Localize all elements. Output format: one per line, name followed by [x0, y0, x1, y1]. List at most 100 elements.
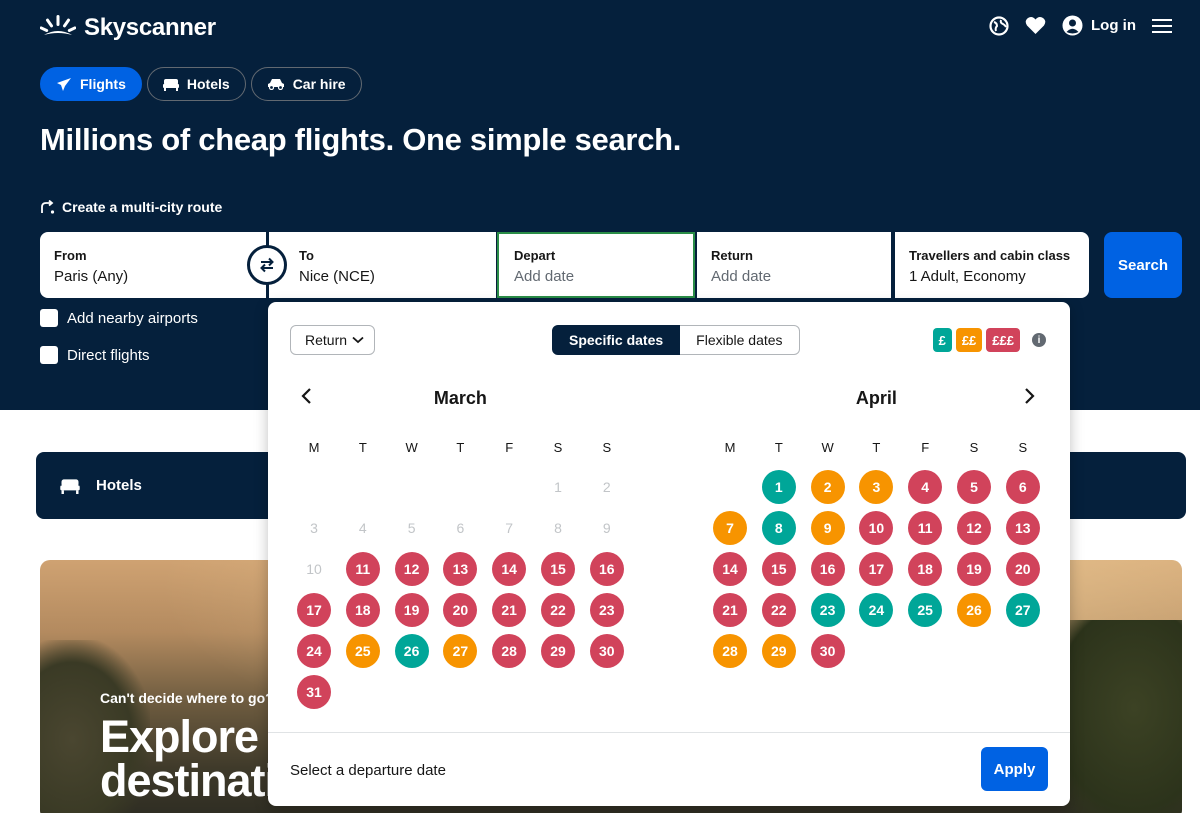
login-button[interactable]: Log in [1062, 15, 1136, 36]
explore-teaser: Can't decide where to go? [100, 690, 274, 706]
search-button[interactable]: Search [1104, 232, 1182, 298]
day-april-29[interactable]: 29 [761, 634, 796, 668]
day-april-14[interactable]: 14 [713, 552, 747, 586]
day-march-16[interactable]: 16 [589, 552, 624, 586]
day-april-18[interactable]: 18 [908, 552, 943, 586]
day-march-26[interactable]: 26 [394, 634, 429, 668]
trip-type-select[interactable]: Return [290, 325, 375, 355]
flexible-dates-tab[interactable]: Flexible dates [680, 325, 800, 355]
day-march-11[interactable]: 11 [345, 552, 380, 586]
day-march-5: 5 [407, 520, 416, 536]
weekday-label: M [308, 440, 320, 455]
day-april-17[interactable]: 17 [859, 552, 894, 586]
nearby-airports-label: Add nearby airports [67, 309, 198, 327]
checkbox-box[interactable] [40, 309, 58, 327]
weekday-label: W [405, 440, 418, 455]
tab-flights[interactable]: Flights [40, 67, 142, 101]
tab-hotels[interactable]: Hotels [146, 67, 246, 101]
day-april-15[interactable]: 15 [761, 552, 796, 586]
day-april-1[interactable]: 1 [761, 470, 796, 504]
day-march-13[interactable]: 13 [443, 552, 478, 586]
login-label: Log in [1091, 17, 1136, 34]
day-march-14[interactable]: 14 [492, 552, 527, 586]
depart-field[interactable]: Depart Add date [497, 232, 695, 298]
region-globe-button[interactable] [989, 15, 1009, 36]
specific-dates-tab[interactable]: Specific dates [552, 325, 681, 355]
day-april-23[interactable]: 23 [810, 593, 845, 627]
day-april-7[interactable]: 7 [713, 511, 747, 545]
info-icon[interactable]: i [1032, 333, 1046, 347]
return-placeholder: Add date [711, 268, 772, 285]
day-april-9[interactable]: 9 [810, 511, 845, 545]
day-march-20[interactable]: 20 [443, 593, 478, 627]
price-legend: £ ££ £££ i [932, 328, 1046, 352]
day-march-30[interactable]: 30 [589, 634, 624, 668]
day-april-20[interactable]: 20 [1005, 552, 1040, 586]
day-april-13[interactable]: 13 [1005, 511, 1040, 545]
day-march-15[interactable]: 15 [541, 552, 575, 586]
prev-month-button[interactable] [300, 387, 312, 410]
day-april-5[interactable]: 5 [957, 470, 991, 504]
day-april-12[interactable]: 12 [957, 511, 991, 545]
to-label: To [299, 248, 314, 263]
weekday-label: S [553, 440, 563, 455]
day-march-3: 3 [310, 520, 318, 536]
direct-flights-label: Direct flights [67, 346, 150, 364]
day-march-31[interactable]: 31 [297, 675, 331, 709]
day-april-21[interactable]: 21 [713, 593, 747, 627]
multi-city-link[interactable]: Create a multi-city route [40, 199, 222, 215]
day-april-10[interactable]: 10 [859, 511, 894, 545]
weekday-label: T [358, 440, 367, 455]
day-april-3[interactable]: 3 [859, 470, 894, 504]
from-field[interactable]: From Paris (Any) [40, 232, 266, 298]
day-march-21[interactable]: 21 [492, 593, 527, 627]
day-april-6[interactable]: 6 [1005, 470, 1040, 504]
saved-heart-button[interactable] [1025, 16, 1046, 35]
day-march-23[interactable]: 23 [589, 593, 624, 627]
tab-car-hire[interactable]: Car hire [250, 67, 362, 101]
day-april-11[interactable]: 11 [908, 511, 943, 545]
legend-high: £££ [986, 328, 1020, 352]
day-march-25[interactable]: 25 [345, 634, 380, 668]
return-field[interactable]: Return Add date [697, 232, 891, 298]
day-april-16[interactable]: 16 [810, 552, 845, 586]
day-march-17[interactable]: 17 [297, 593, 331, 627]
menu-button[interactable] [1152, 18, 1172, 34]
day-april-27[interactable]: 27 [1005, 593, 1040, 627]
skyscanner-logo[interactable]: Skyscanner [40, 14, 216, 42]
nearby-airports-checkbox[interactable]: Add nearby airports [40, 309, 198, 327]
swap-locations-button[interactable] [247, 245, 287, 285]
multi-city-label: Create a multi-city route [62, 199, 223, 215]
apply-button[interactable]: Apply [981, 747, 1048, 791]
weekday-label: T [872, 440, 881, 455]
day-march-19[interactable]: 19 [394, 593, 429, 627]
day-april-25[interactable]: 25 [908, 593, 943, 627]
tab-car-hire-label: Car hire [292, 76, 346, 92]
day-march-22[interactable]: 22 [541, 593, 575, 627]
day-march-29[interactable]: 29 [541, 634, 575, 668]
day-april-28[interactable]: 28 [713, 634, 747, 668]
checkbox-box[interactable] [40, 346, 58, 364]
day-april-26[interactable]: 26 [957, 593, 991, 627]
day-april-30[interactable]: 30 [810, 634, 845, 668]
next-month-button[interactable] [1024, 387, 1036, 410]
day-march-18[interactable]: 18 [345, 593, 380, 627]
day-march-28[interactable]: 28 [492, 634, 527, 668]
day-april-2[interactable]: 2 [810, 470, 845, 504]
travellers-field[interactable]: Travellers and cabin class 1 Adult, Econ… [895, 232, 1089, 298]
day-march-27[interactable]: 27 [443, 634, 478, 668]
day-april-19[interactable]: 19 [957, 552, 991, 586]
day-march-12[interactable]: 12 [394, 552, 429, 586]
to-field[interactable]: To Nice (NCE) [269, 232, 496, 298]
hotels-card-label: Hotels [96, 477, 142, 494]
direct-flights-checkbox[interactable]: Direct flights [40, 346, 150, 364]
weekday-label: F [505, 440, 514, 455]
day-march-1: 1 [554, 479, 562, 495]
travel-tabs: Flights Hotels Car hire [40, 67, 362, 101]
day-march-24[interactable]: 24 [297, 634, 331, 668]
travellers-label: Travellers and cabin class [909, 248, 1071, 263]
day-april-4[interactable]: 4 [908, 470, 943, 504]
day-april-24[interactable]: 24 [859, 593, 894, 627]
day-april-22[interactable]: 22 [761, 593, 796, 627]
day-april-8[interactable]: 8 [761, 511, 796, 545]
